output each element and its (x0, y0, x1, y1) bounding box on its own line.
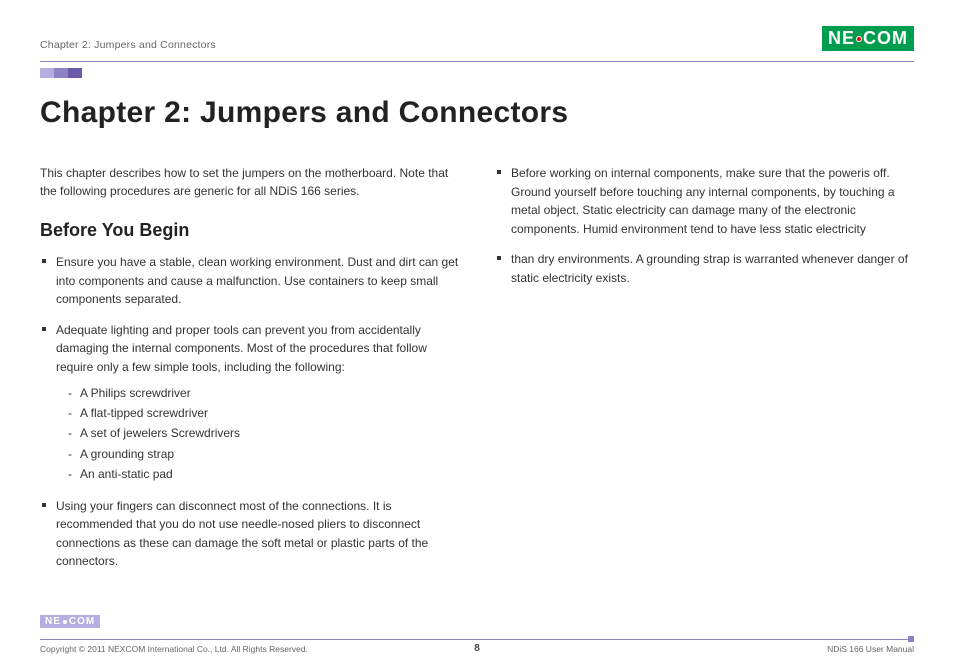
content-columns: This chapter describes how to set the ju… (40, 164, 914, 583)
footer-logo-icon: NE COM (40, 615, 100, 628)
intro-paragraph: This chapter describes how to set the ju… (40, 164, 459, 200)
logo-text-left: NE (828, 28, 855, 49)
footer-logo-left: NE (45, 616, 61, 627)
tool-item: A set of jewelers Screwdrivers (68, 423, 459, 443)
precautions-list-right: Before working on internal components, m… (495, 164, 914, 288)
tools-sublist: A Philips screwdriver A flat-tipped scre… (56, 383, 459, 485)
header-divider (40, 61, 914, 62)
list-item: Using your fingers can disconnect most o… (40, 497, 459, 571)
footer-logo-right: COM (69, 616, 95, 627)
breadcrumb: Chapter 2: Jumpers and Connectors (40, 39, 216, 51)
footer-divider (40, 639, 914, 640)
list-item: than dry environments. A grounding strap… (495, 250, 914, 287)
precautions-list: Ensure you have a stable, clean working … (40, 253, 459, 571)
tool-item: An anti-static pad (68, 464, 459, 484)
list-item: Ensure you have a stable, clean working … (40, 253, 459, 309)
nexcom-logo-icon: NE COM (822, 26, 914, 51)
tool-item: A grounding strap (68, 444, 459, 464)
tool-item: A flat-tipped screwdriver (68, 403, 459, 423)
page-number: 8 (40, 643, 914, 654)
logo-dot-icon (856, 36, 862, 42)
section-heading: Before You Begin (40, 220, 459, 241)
footer: NE COM Copyright © 2011 NEXCOM Internati… (40, 619, 914, 654)
list-item: Adequate lighting and proper tools can p… (40, 321, 459, 485)
list-item-text: Adequate lighting and proper tools can p… (56, 323, 427, 374)
logo-text-right: COM (863, 28, 908, 49)
accent-squares-icon (40, 68, 914, 78)
chapter-title: Chapter 2: Jumpers and Connectors (40, 96, 914, 130)
list-item: Before working on internal components, m… (495, 164, 914, 238)
right-column: Before working on internal components, m… (495, 164, 914, 583)
tool-item: A Philips screwdriver (68, 383, 459, 403)
footer-logo-dot-icon (63, 620, 67, 624)
header-bar: Chapter 2: Jumpers and Connectors NE COM (40, 26, 914, 55)
left-column: This chapter describes how to set the ju… (40, 164, 459, 583)
brand-logo: NE COM (822, 26, 914, 51)
